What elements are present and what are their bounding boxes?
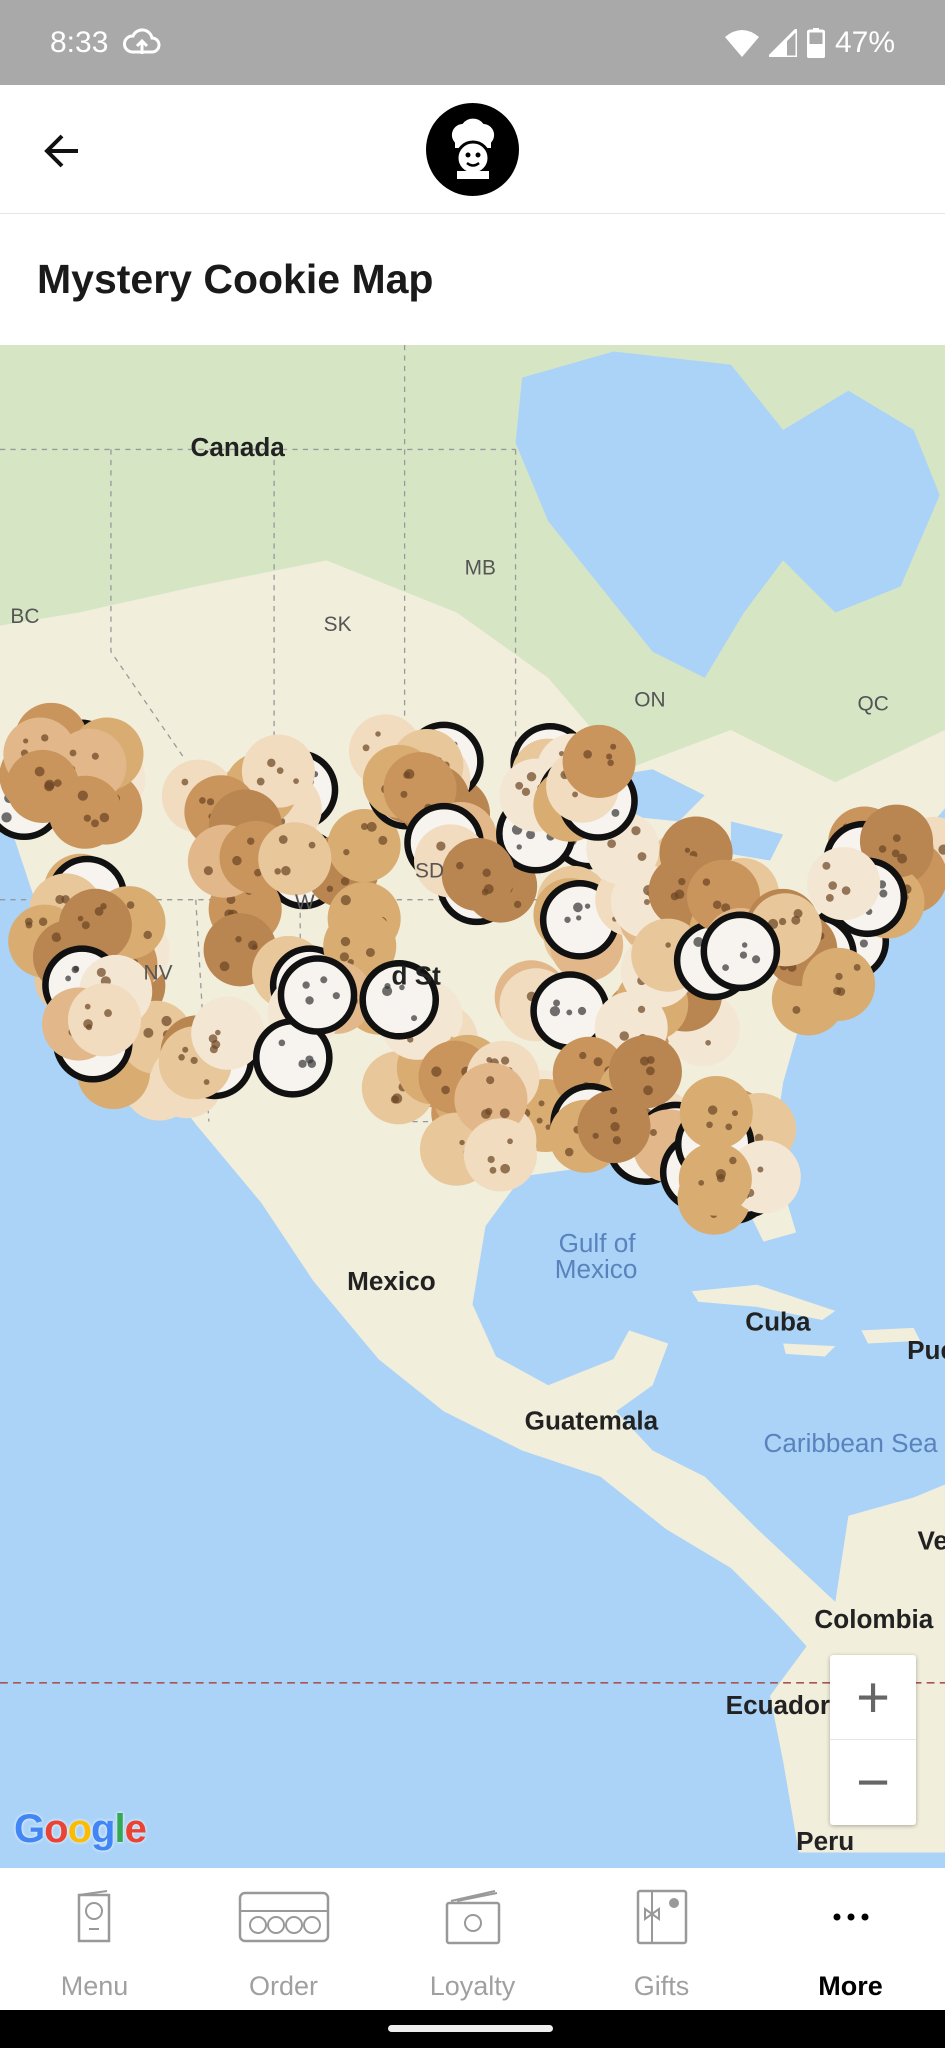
label-colombia: Colombia — [814, 1604, 933, 1634]
label-sk: SK — [324, 613, 352, 636]
label-sd: SD — [415, 860, 444, 883]
nav-gifts[interactable]: Gifts — [567, 1868, 756, 2010]
map-canvas[interactable]: Canada MB SK BC ON QC Gulf of Mexico Mex… — [0, 345, 945, 1868]
label-puerto-rico: Pue — [907, 1335, 945, 1365]
nav-order[interactable]: Order — [189, 1868, 378, 2010]
label-on: ON — [634, 689, 665, 712]
label-qc: QC — [858, 692, 889, 715]
arrow-left-icon[interactable] — [36, 123, 92, 179]
nav-menu-label: Menu — [60, 1971, 129, 2001]
label-caribbean: Caribbean Sea — [764, 1428, 939, 1458]
nav-order-label: Order — [248, 1971, 319, 2001]
battery-icon — [806, 27, 825, 58]
cookie-marker[interactable] — [441, 838, 515, 912]
system-nav-bar — [0, 2010, 945, 2048]
title-bar: Mystery Cookie Map — [0, 214, 945, 345]
label-canada: Canada — [191, 432, 286, 462]
zoom-controls: + − — [830, 1655, 916, 1825]
wifi-icon — [724, 29, 759, 57]
bottom-nav: Menu Order Loyalty Gifts More — [0, 1868, 945, 2010]
label-mexico: Mexico — [347, 1266, 435, 1296]
cookie-marker[interactable] — [700, 911, 781, 992]
label-ecuador: Ecuador — [726, 1690, 830, 1720]
cloud-upload-icon — [123, 27, 161, 54]
cookie-marker[interactable] — [277, 955, 358, 1035]
cookie-marker[interactable] — [802, 947, 876, 1021]
nav-more-label: More — [818, 1971, 883, 2001]
nav-loyalty-label: Loyalty — [429, 1971, 516, 2001]
cookie-marker[interactable] — [678, 1142, 752, 1216]
more-dots-icon — [833, 1913, 868, 1921]
nav-loyalty[interactable]: Loyalty — [378, 1868, 567, 2010]
nav-gifts-label: Gifts — [633, 1971, 690, 2001]
cookie-marker[interactable] — [463, 1118, 537, 1192]
cookie-map[interactable]: Canada MB SK BC ON QC Gulf of Mexico Mex… — [0, 345, 945, 1868]
menu-card-icon — [77, 1890, 110, 1943]
label-venezuela: Ve — [918, 1526, 945, 1556]
nav-more[interactable]: More — [756, 1868, 945, 2010]
label-cuba: Cuba — [745, 1306, 811, 1336]
label-peru: Peru — [796, 1826, 854, 1856]
page-title: Mystery Cookie Map — [37, 256, 434, 302]
label-mb: MB — [465, 557, 496, 580]
cookie-marker[interactable] — [807, 847, 881, 921]
cookie-marker[interactable] — [67, 983, 142, 1057]
cookie-marker[interactable] — [48, 775, 122, 849]
label-united-states: d St — [392, 961, 442, 991]
label-gulf2: Mexico — [555, 1254, 638, 1284]
label-bc: BC — [10, 605, 39, 628]
label-guatemala: Guatemala — [525, 1406, 659, 1436]
battery-level: 47% — [834, 25, 895, 59]
cookie-marker[interactable] — [577, 1090, 651, 1164]
cookie-marker[interactable] — [679, 1075, 753, 1150]
nav-menu[interactable]: Menu — [0, 1868, 189, 2010]
status-bar: 8:33 47% — [0, 0, 945, 85]
label-wy: W — [295, 891, 315, 914]
cookie-marker[interactable] — [258, 822, 332, 896]
cookie-box-icon — [238, 1891, 329, 1943]
status-time: 8:33 — [50, 25, 109, 59]
signal-icon — [768, 28, 797, 57]
cookie-marker[interactable] — [562, 724, 636, 799]
home-indicator[interactable] — [388, 2025, 553, 2032]
zoom-out-button[interactable]: − — [830, 1740, 916, 1825]
label-nv: NV — [144, 961, 173, 984]
gift-card-icon — [636, 1889, 687, 1945]
zoom-in-button[interactable]: + — [830, 1655, 916, 1740]
loyalty-card-icon — [445, 1890, 500, 1945]
app-header — [0, 85, 945, 214]
google-logo: Google — [14, 1807, 147, 1851]
chef-cookie-logo — [426, 103, 519, 196]
